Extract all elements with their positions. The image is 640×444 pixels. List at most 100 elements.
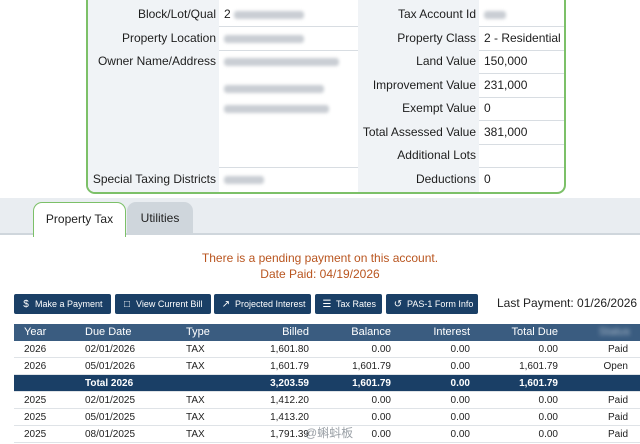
cell-balance: 1,601.79 <box>352 361 391 372</box>
header-billed: Billed <box>282 326 309 338</box>
tax-rates-button[interactable]: ☰ Tax Rates <box>315 294 382 314</box>
divider <box>479 50 564 51</box>
cell-status: Open <box>603 361 628 372</box>
improvement-value-row: Improvement Value 231,000 <box>358 74 564 97</box>
land-value-label: Land Value <box>416 54 476 68</box>
redacted-block <box>224 104 329 113</box>
cell-type: TAX <box>186 429 205 440</box>
header-year: Year <box>24 326 47 338</box>
improvement-value-value: 231,000 <box>484 78 528 92</box>
make-payment-button[interactable]: $ Make a Payment <box>14 294 111 314</box>
total-assessed-value: 381,000 <box>484 125 528 139</box>
cell-type: TAX <box>186 395 205 406</box>
divider <box>479 167 564 168</box>
table-row[interactable]: 2026 02/01/2026 TAX 1,601.80 0.00 0.00 0… <box>14 341 640 358</box>
divider <box>479 26 564 27</box>
date-paid-notice: Date Paid: 04/19/2026 <box>260 267 380 281</box>
pending-payment-notice: There is a pending payment on this accou… <box>201 251 439 265</box>
cell-total-due: 1,601.79 <box>519 378 558 389</box>
chart-icon: ↗ <box>221 299 231 310</box>
tab-property-tax[interactable]: Property Tax <box>33 202 126 237</box>
block-lot-value: 2 <box>224 3 305 26</box>
header-balance: Balance <box>351 326 391 338</box>
cell-status: Paid <box>607 344 628 355</box>
improvement-value-label: Improvement Value <box>372 78 476 92</box>
cell-due-date: 02/01/2026 <box>85 344 136 355</box>
total-assessed-row: Total Assessed Value 381,000 <box>358 121 564 144</box>
property-class-label: Property Class <box>397 31 476 45</box>
cell-status: Paid <box>607 395 628 406</box>
document-icon: □ <box>123 299 131 310</box>
cell-year: 2026 <box>24 361 47 372</box>
header-type: Type <box>186 326 210 338</box>
deductions-label: Deductions <box>415 172 476 186</box>
cell-interest: 0.00 <box>450 378 470 389</box>
tax-account-label: Tax Account Id <box>397 7 476 21</box>
cell-due-date: 08/01/2025 <box>85 429 136 440</box>
cell-billed: 1,413.20 <box>270 412 309 423</box>
tax-account-row: Tax Account Id <box>358 3 564 26</box>
table-row[interactable]: 2025 02/01/2025 TAX 1,412.20 0.00 0.00 0… <box>14 392 640 409</box>
cell-status: Paid <box>607 412 628 423</box>
additional-lots-label: Additional Lots <box>397 148 476 162</box>
table-header: Year Due Date Type Billed Balance Intere… <box>14 324 640 341</box>
table-row[interactable]: 2026 05/01/2026 TAX 1,601.79 1,601.79 0.… <box>14 358 640 375</box>
redacted-block <box>224 34 304 43</box>
property-location-row: Property Location <box>88 27 358 50</box>
pas1-form-info-label: PAS-1 Form Info <box>407 299 474 309</box>
cell-type: TAX <box>186 344 205 355</box>
block-lot-value-text: 2 <box>224 7 231 21</box>
header-due-date: Due Date <box>85 326 132 338</box>
owner-address-line-2 <box>224 103 329 115</box>
cell-type: TAX <box>186 361 205 372</box>
exempt-value-value: 0 <box>484 101 491 115</box>
header-interest: Interest <box>433 326 470 338</box>
cell-interest: 0.00 <box>450 395 470 406</box>
cell-total-due: 0.00 <box>538 395 558 406</box>
cell-due-date: 05/01/2025 <box>85 412 136 423</box>
special-districts-row: Special Taxing Districts <box>88 168 358 191</box>
view-current-bill-button[interactable]: □ View Current Bill <box>115 294 211 314</box>
make-payment-label: Make a Payment <box>35 299 103 309</box>
divider <box>479 120 564 121</box>
divider <box>479 97 564 98</box>
history-icon: ↺ <box>393 299 403 310</box>
redacted-block <box>224 175 264 184</box>
redacted-block <box>484 10 506 19</box>
property-location-value <box>224 27 304 50</box>
owner-value <box>224 50 339 73</box>
exempt-value-label: Exempt Value <box>402 101 476 115</box>
property-class-row: Property Class 2 - Residential <box>358 27 564 50</box>
last-payment-text: Last Payment: 01/26/2026 <box>497 296 638 310</box>
total-assessed-label: Total Assessed Value <box>362 125 476 139</box>
cell-total-due: 0.00 <box>538 429 558 440</box>
property-info-panel: Block/Lot/Qual 2 Property Location Owner… <box>86 0 566 194</box>
cell-total-due: 0.00 <box>538 412 558 423</box>
property-location-label: Property Location <box>121 31 216 45</box>
tax-account-page: Block/Lot/Qual 2 Property Location Owner… <box>0 0 640 444</box>
projected-interest-button[interactable]: ↗ Projected Interest <box>214 294 311 314</box>
owner-address-line-1 <box>224 83 324 95</box>
pas1-form-info-button[interactable]: ↺ PAS-1 Form Info <box>386 294 478 314</box>
redacted-block <box>234 10 305 19</box>
cell-total-due: 0.00 <box>538 344 558 355</box>
property-class-value: 2 - Residential <box>484 31 561 45</box>
redacted-block <box>224 57 339 66</box>
cell-billed: 1,601.79 <box>270 361 309 372</box>
owner-label: Owner Name/Address <box>97 54 216 68</box>
block-lot-row: Block/Lot/Qual 2 <box>88 3 358 26</box>
table-total-row: Total 2026 3,203.59 1,601.79 0.00 1,601.… <box>14 375 640 392</box>
cell-balance: 0.00 <box>371 344 391 355</box>
cell-billed: 1,601.80 <box>270 344 309 355</box>
tax-account-value <box>484 3 506 26</box>
cell-year: 2025 <box>24 395 47 406</box>
special-districts-label: Special Taxing Districts <box>92 172 216 186</box>
owner-row: Owner Name/Address <box>88 50 358 73</box>
cell-year: 2026 <box>24 344 47 355</box>
tab-utilities[interactable]: Utilities <box>127 202 193 235</box>
divider <box>479 144 564 145</box>
header-total-due: Total Due <box>511 326 558 338</box>
cell-interest: 0.00 <box>450 429 470 440</box>
cell-type: TAX <box>186 412 205 423</box>
cell-billed: 1,412.20 <box>270 395 309 406</box>
